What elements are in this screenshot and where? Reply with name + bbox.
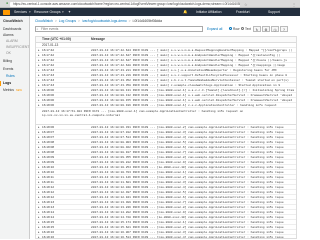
log-toolbar: ⌕ Expand all Row Text ↻ ⚙ ◷ ? — [35, 26, 297, 33]
row-view-radio[interactable] — [229, 27, 233, 31]
services-menu[interactable]: Services — [14, 8, 27, 16]
refresh-icon[interactable]: ↻ — [253, 26, 261, 32]
sidebar-item-logs[interactable]: Logs — [3, 81, 11, 85]
sidebar-item-events[interactable]: Events — [3, 67, 13, 71]
date-group-header: 2017-01-13 — [36, 43, 296, 48]
bell-icon[interactable]: 🔔 — [183, 8, 187, 16]
new-badge: NEW — [15, 89, 22, 92]
sidebar-item-insufficient[interactable]: INSUFFICIENT — [6, 45, 29, 49]
support-menu[interactable]: Support — [268, 8, 280, 16]
breadcrumb-log-groups[interactable]: Log Groups — [59, 19, 76, 23]
sidebar-title[interactable]: CloudWatch — [3, 19, 23, 23]
row-message: 2017-01-13 16:18:16.514 INFO 6139 --- [n… — [91, 236, 284, 239]
log-events-table: Time (UTC +01:00) Message 2017-01-13 ▸ 16… — [35, 36, 297, 239]
expanded-line: ip-xxx-xx-xx-xx.eu-central-1.compute.int… — [42, 114, 121, 117]
region-menu[interactable]: Frankfurt — [236, 8, 250, 16]
account-menu[interactable]: Initiator Affiliation — [196, 8, 222, 16]
expanded-log-message: 2017-01-13 16:17:51.404 INFO 6172 --- [n… — [36, 108, 296, 125]
sidebar-active-indicator — [0, 81, 1, 86]
breadcrumb-separator: > — [54, 19, 57, 23]
breadcrumb-separator: > — [78, 19, 80, 23]
table-row[interactable]: ▸ 16:18:16 2017-01-13 16:18:16.514 INFO 61… — [36, 235, 296, 239]
main-content: CloudWatch > Log Groups >/var/log/cloudwatc… — [31, 16, 300, 239]
expand-all-link[interactable]: Expand all — [207, 26, 222, 32]
text-view-label: Text — [245, 27, 251, 31]
breadcrumb-separator: > — [128, 19, 131, 23]
bookmark-star-icon[interactable]: ☆ — [244, 2, 248, 7]
sidebar-item-rules[interactable]: Rules — [6, 74, 15, 78]
row-time: 16:18:16 — [42, 235, 55, 239]
lock-icon: ● — [6, 1, 9, 5]
resource-groups-menu[interactable]: Resource Groups — [34, 8, 61, 16]
help-icon[interactable]: ? — [280, 26, 288, 32]
pin-icon[interactable]: ✦ — [68, 8, 71, 16]
sidebar-item-metrics-label: Metrics — [3, 88, 14, 92]
row-view-label: Row — [233, 27, 240, 31]
sidebar-item-billing[interactable]: Billing — [3, 59, 12, 63]
text-view-radio[interactable] — [241, 27, 245, 31]
breadcrumb-log-group[interactable]: /var/log/cloudwatch-logs-demo — [82, 19, 127, 23]
aws-top-nav: Services ▾ Resource Groups ▾ ✦ 🔔 Initiat… — [0, 8, 300, 16]
sidebar: CloudWatch Dashboards Alarms ALARM INSUF… — [0, 16, 30, 239]
browser-menu-icon[interactable]: ⋮ — [292, 2, 296, 7]
expand-row-icon[interactable]: ▸ — [38, 235, 40, 238]
sidebar-item-alarm[interactable]: ALARM — [6, 39, 18, 43]
time-range-icon[interactable]: ◷ — [271, 26, 279, 32]
search-icon: ⌕ — [36, 26, 39, 31]
sidebar-item-alarms[interactable]: Alarms — [3, 33, 14, 37]
sidebar-item-ok[interactable]: OK — [6, 51, 11, 55]
browser-address-bar: ● https://eu-central-1.console.aws.amazo… — [0, 0, 300, 8]
breadcrumb: CloudWatch > Log Groups >/var/log/cloudwatc… — [35, 18, 162, 24]
services-caret-icon: ▾ — [29, 10, 31, 14]
breadcrumb-cloudwatch[interactable]: CloudWatch — [35, 19, 53, 23]
sidebar-item-metrics[interactable]: Metrics NEW — [3, 88, 22, 92]
aws-logo-icon[interactable] — [3, 9, 10, 15]
resource-groups-caret-icon: ▾ — [62, 10, 64, 14]
breadcrumb-log-stream: i-0f14d1605bf36dda — [132, 19, 162, 23]
url-field[interactable]: https://eu-central-1.console.aws.amazon.… — [10, 1, 240, 7]
settings-gear-icon[interactable]: ⚙ — [262, 26, 270, 32]
sidebar-item-dashboards[interactable]: Dashboards — [3, 27, 21, 31]
filter-events-input[interactable] — [35, 26, 203, 32]
